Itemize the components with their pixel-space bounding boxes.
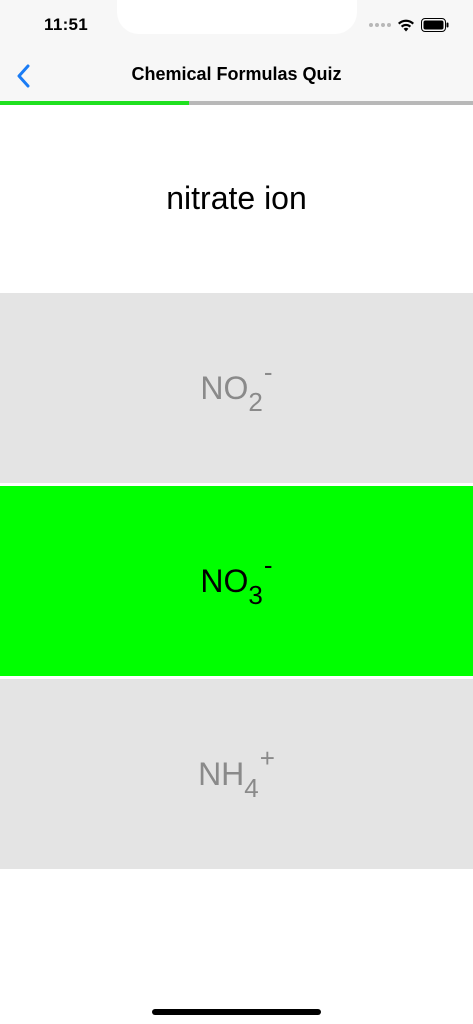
answer-formula: NO3- xyxy=(200,550,272,610)
quiz-screen: 11:51 Chemical Formulas Quiz nitrate ion… xyxy=(0,0,473,1024)
formula-superscript: - xyxy=(263,356,273,387)
navigation-bar: Chemical Formulas Quiz xyxy=(0,50,473,101)
answer-option-2[interactable]: NO3- xyxy=(0,486,473,676)
question-text: nitrate ion xyxy=(166,179,307,216)
formula-subscript: 2 xyxy=(248,386,263,417)
formula-base: NO xyxy=(200,369,249,406)
answer-option-3[interactable]: NH4+ xyxy=(0,679,473,869)
formula-superscript: + xyxy=(259,742,275,773)
formula-base: NO xyxy=(200,562,249,599)
formula-subscript: 3 xyxy=(248,579,263,610)
home-indicator[interactable] xyxy=(152,1009,321,1015)
status-icons xyxy=(369,16,449,34)
answer-formula: NO2- xyxy=(200,357,272,417)
answer-option-1[interactable]: NO2- xyxy=(0,293,473,483)
signal-icon xyxy=(369,23,391,27)
status-bar: 11:51 xyxy=(0,0,473,50)
device-notch xyxy=(117,0,357,34)
battery-icon xyxy=(421,18,449,32)
page-title: Chemical Formulas Quiz xyxy=(131,64,342,84)
question-area: nitrate ion xyxy=(0,105,473,293)
formula-subscript: 4 xyxy=(244,772,259,803)
status-time: 11:51 xyxy=(44,15,89,34)
formula-superscript: - xyxy=(263,549,273,580)
answer-formula: NH4+ xyxy=(198,743,275,803)
formula-base: NH xyxy=(198,755,245,792)
wifi-icon xyxy=(398,19,414,32)
